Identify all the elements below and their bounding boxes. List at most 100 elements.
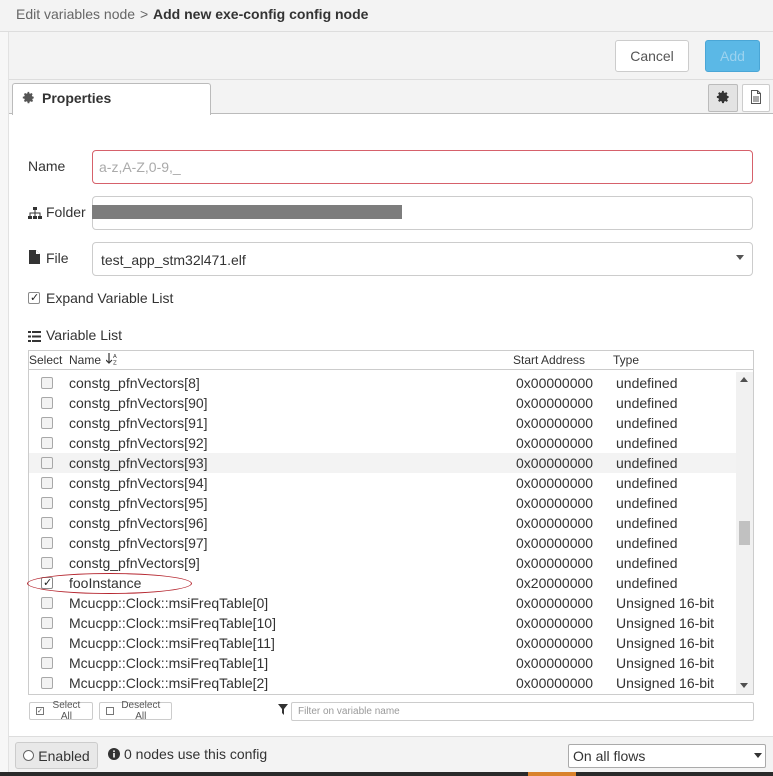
info-icon (108, 747, 120, 763)
gear-icon (22, 91, 35, 107)
add-button[interactable]: Add (705, 40, 760, 72)
scope-select-value: On all flows (573, 748, 646, 764)
nodes-using-config-text: 0 nodes use this config (124, 746, 268, 762)
variable-name: constg_pfnVectors[91] (69, 415, 208, 431)
scroll-up-icon[interactable] (740, 377, 748, 382)
annotation-ellipse (27, 573, 192, 594)
scroll-down-icon[interactable] (740, 683, 748, 688)
name-input[interactable] (92, 150, 753, 184)
file-label: File (46, 250, 69, 266)
row-select-checkbox[interactable] (41, 497, 53, 509)
filter-input[interactable] (291, 702, 754, 721)
variable-name: constg_pfnVectors[96] (69, 515, 208, 531)
variable-name: constg_pfnVectors[94] (69, 475, 208, 491)
chevron-down-icon (736, 255, 744, 260)
taskbar-active-item (528, 772, 576, 776)
enabled-label: Enabled (38, 747, 90, 764)
table-row[interactable]: constg_pfnVectors[95] 0x00000000 undefined (29, 493, 736, 513)
table-row[interactable]: constg_pfnVectors[8] 0x00000000 undefined (29, 373, 736, 393)
select-all-button[interactable]: ✓ Select All (29, 700, 93, 722)
table-row[interactable]: constg_pfnVectors[91] 0x00000000 undefined (29, 413, 736, 433)
table-row[interactable]: Mcucpp::Clock::msiFreqTable[11] 0x0000000… (29, 633, 736, 653)
scrollbar-thumb[interactable] (739, 521, 750, 545)
tab-properties-label: Properties (42, 90, 112, 106)
chevron-down-icon (754, 753, 762, 758)
start-address: 0x00000000 (516, 455, 594, 471)
variable-type: undefined (616, 575, 678, 591)
variable-name: Mcucpp::Clock::msiFreqTable[0] (69, 595, 269, 611)
cancel-button[interactable]: Cancel (615, 40, 689, 72)
start-address: 0x00000000 (516, 415, 594, 431)
table-row[interactable]: constg_pfnVectors[97] 0x00000000 undefined (29, 533, 736, 553)
table-row[interactable]: Mcucpp::Clock::msiFreqTable[10] 0x0000000… (29, 613, 736, 633)
table-row[interactable]: constg_pfnVectors[9] 0x00000000 undefined (29, 553, 736, 573)
table-row[interactable]: constg_pfnVectors[96] 0x00000000 undefined (29, 513, 736, 533)
row-select-checkbox[interactable] (41, 417, 53, 429)
sitemap-icon (28, 206, 42, 222)
variable-type: undefined (616, 555, 678, 571)
list-icon (28, 329, 41, 345)
checkbox-empty-icon (106, 707, 114, 715)
row-select-checkbox[interactable] (41, 437, 53, 449)
row-select-checkbox[interactable] (41, 477, 53, 489)
start-address: 0x00000000 (516, 475, 594, 491)
table-row[interactable]: constg_pfnVectors[92] 0x00000000 undefined (29, 433, 736, 453)
variable-name: Mcucpp::Clock::msiFreqTable[11] (69, 635, 275, 651)
start-address: 0x00000000 (516, 435, 594, 451)
column-header-type[interactable]: Type (613, 353, 639, 367)
deselect-all-label: Deselect All (121, 700, 161, 722)
variable-name: constg_pfnVectors[8] (69, 375, 200, 391)
row-select-checkbox[interactable] (41, 397, 53, 409)
table-row[interactable]: constg_pfnVectors[93] 0x00000000 undefined (29, 453, 736, 473)
gear-icon (716, 90, 730, 107)
table-row[interactable]: constg_pfnVectors[94] 0x00000000 undefined (29, 473, 736, 493)
start-address: 0x00000000 (516, 655, 594, 671)
variable-type: undefined (616, 375, 678, 391)
description-tab-button[interactable] (742, 84, 770, 112)
settings-tab-button[interactable] (708, 84, 738, 112)
breadcrumb-parent[interactable]: Edit variables node (16, 6, 135, 22)
variable-type: undefined (616, 435, 678, 451)
checkbox-checked-icon: ✓ (36, 707, 44, 715)
row-select-checkbox[interactable] (41, 597, 53, 609)
row-select-checkbox[interactable] (41, 517, 53, 529)
breadcrumb-current: Add new exe-config config node (153, 6, 369, 22)
table-row[interactable]: constg_pfnVectors[90] 0x00000000 undefined (29, 393, 736, 413)
variable-type: Unsigned 16-bit (616, 675, 715, 691)
row-select-checkbox[interactable] (41, 457, 53, 469)
sort-alpha-icon[interactable]: AZ (105, 353, 119, 368)
table-row[interactable]: Mcucpp::Clock::msiFreqTable[0] 0x00000000… (29, 593, 736, 613)
row-select-checkbox[interactable] (41, 617, 53, 629)
row-select-checkbox[interactable] (41, 637, 53, 649)
row-select-checkbox[interactable] (41, 557, 53, 569)
table-row[interactable]: Mcucpp::Clock::msiFreqTable[2] 0x00000000… (29, 673, 736, 693)
file-select-value: test_app_stm32l471.elf (101, 252, 246, 268)
column-header-address[interactable]: Start Address (513, 353, 585, 367)
breadcrumb-separator: > (140, 6, 149, 22)
variable-name: constg_pfnVectors[90] (69, 395, 208, 411)
table-row[interactable]: Mcucpp::Clock::msiFreqTable[1] 0x00000000… (29, 653, 736, 673)
svg-text:Z: Z (113, 361, 117, 366)
variable-type: Unsigned 16-bit (616, 595, 715, 611)
row-select-checkbox[interactable] (41, 377, 53, 389)
start-address: 0x00000000 (516, 675, 594, 691)
radio-icon (23, 750, 35, 761)
column-header-select[interactable]: Select (29, 353, 62, 367)
deselect-all-button[interactable]: Deselect All (99, 700, 172, 722)
start-address: 0x00000000 (516, 615, 594, 631)
variable-type: undefined (616, 475, 678, 491)
variable-type: undefined (616, 455, 678, 471)
column-header-name[interactable]: Name (69, 353, 101, 367)
folder-value-redacted (92, 205, 402, 219)
svg-text:A: A (113, 354, 117, 360)
variable-type: undefined (616, 535, 678, 551)
enabled-toggle-button[interactable]: Enabled (15, 742, 98, 769)
row-select-checkbox[interactable] (41, 537, 53, 549)
row-select-checkbox[interactable] (41, 657, 53, 669)
expand-variable-list-checkbox[interactable] (28, 292, 40, 304)
variable-type: Unsigned 16-bit (616, 635, 715, 651)
variable-name: constg_pfnVectors[93] (69, 455, 208, 471)
row-select-checkbox[interactable] (41, 677, 53, 689)
start-address: 0x00000000 (516, 535, 594, 551)
variable-list-label: Variable List (46, 327, 123, 343)
